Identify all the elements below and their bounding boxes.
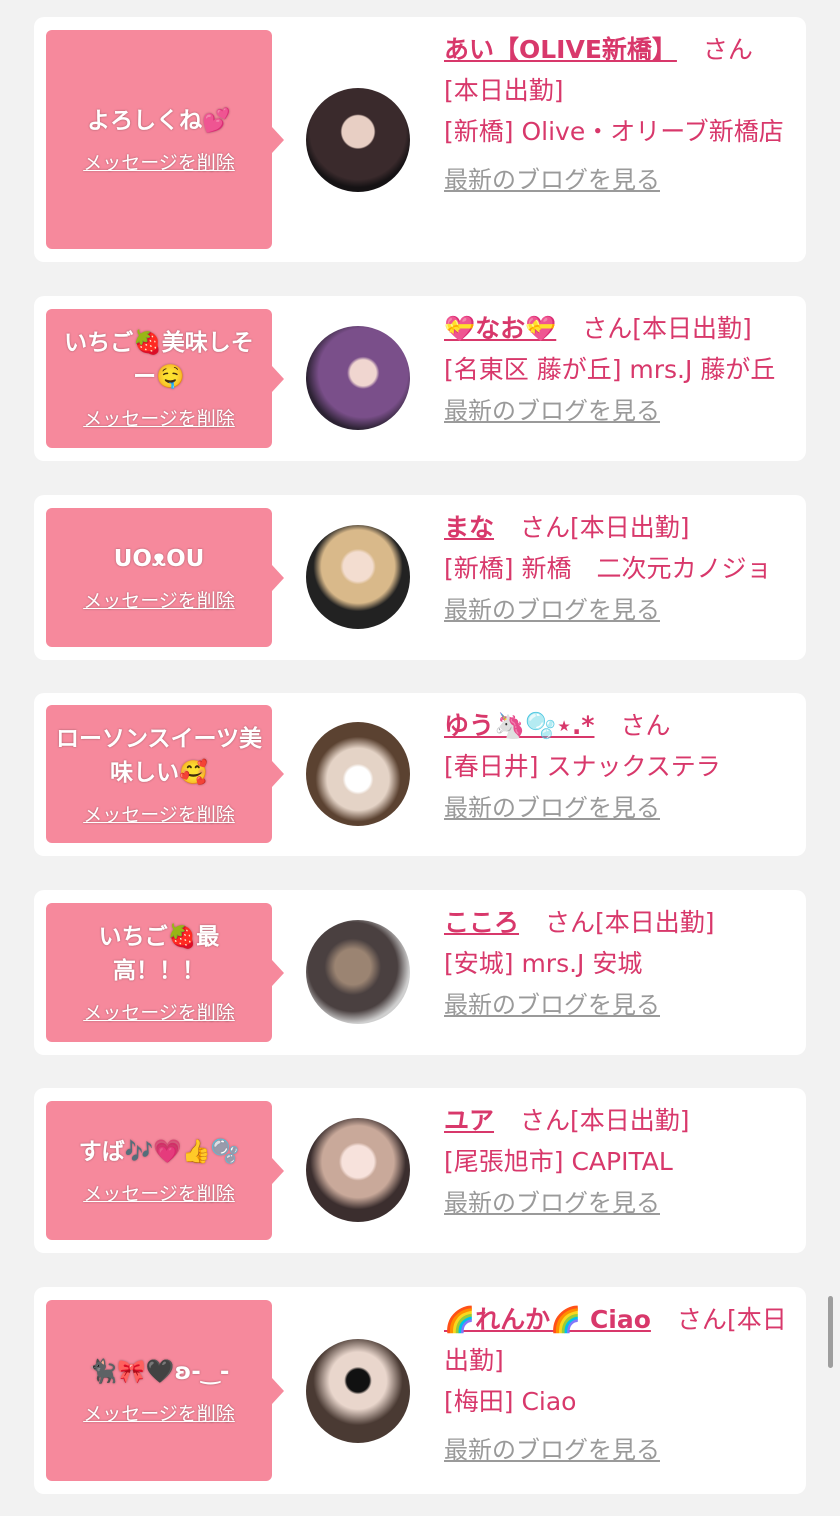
- girl-name-link[interactable]: 🌈れんか🌈 Ciao: [444, 1305, 651, 1334]
- girl-info: 💝なお💝 さん[本日出勤] [名東区 藤が丘] mrs.J 藤が丘 最新のブログを…: [444, 308, 796, 432]
- message-bubble: よろしくね💕 メッセージを削除: [46, 30, 284, 249]
- message-text: いちご🍓最高！！！: [98, 924, 220, 984]
- shop-info: [安城] mrs.J 安城: [444, 949, 643, 978]
- girl-info: まな さん[本日出勤] [新橋] 新橋 二次元カノジョ 最新のブログを見る: [444, 507, 796, 631]
- delete-message-link[interactable]: メッセージを削除: [83, 586, 235, 613]
- girl-card: ローソンスイーツ美味しい🥰 メッセージを削除 ゆう🦄🫧⋆.* さん [春日井] ス…: [34, 693, 806, 856]
- message-text: すば🎶💗👍🫧: [78, 1139, 240, 1165]
- girl-name-link[interactable]: こころ: [444, 908, 519, 937]
- girl-info: ユア さん[本日出勤] [尾張旭市] CAPITAL 最新のブログを見る: [444, 1100, 796, 1224]
- san-suffix: さん: [520, 513, 571, 542]
- avatar[interactable]: [306, 920, 410, 1024]
- shop-info: [春日井] スナックステラ: [444, 752, 721, 781]
- avatar[interactable]: [306, 1118, 410, 1222]
- message-text: いちご🍓美味しそー🤤: [64, 330, 254, 390]
- girl-info: あい【OLIVE新橋】 さん [本日出勤] [新橋] Olive・オリーブ新橋店 …: [444, 29, 796, 201]
- girl-name-link[interactable]: ユア: [444, 1106, 494, 1135]
- delete-message-link[interactable]: メッセージを削除: [83, 1179, 235, 1206]
- san-suffix: さん: [620, 711, 671, 740]
- girl-info: 🌈れんか🌈 Ciao さん[本日出勤] [梅田] Ciao 最新のブログを見る: [444, 1299, 796, 1471]
- girl-name-link[interactable]: ゆう🦄🫧⋆.*: [444, 711, 594, 740]
- delete-message-link[interactable]: メッセージを削除: [83, 1399, 235, 1426]
- scrollbar-thumb[interactable]: [828, 1296, 833, 1368]
- san-suffix: さん: [676, 1305, 727, 1334]
- attendance-status: [本日出勤]: [632, 314, 752, 343]
- delete-message-link[interactable]: メッセージを削除: [83, 800, 235, 827]
- girl-name-link[interactable]: 💝なお💝: [444, 314, 556, 343]
- girl-card: よろしくね💕 メッセージを削除 あい【OLIVE新橋】 さん [本日出勤] [新橋…: [34, 17, 806, 262]
- girl-info: こころ さん[本日出勤] [安城] mrs.J 安城 最新のブログを見る: [444, 902, 796, 1026]
- message-text: UOᴥOU: [113, 546, 205, 572]
- attendance-status: [本日出勤]: [444, 76, 564, 105]
- girl-name-link[interactable]: あい【OLIVE新橋】: [444, 35, 677, 64]
- latest-blog-link[interactable]: 最新のブログを見る: [444, 1183, 660, 1224]
- attendance-status: [本日出勤]: [570, 1106, 690, 1135]
- delete-message-link[interactable]: メッセージを削除: [83, 404, 235, 431]
- attendance-status: [本日出勤]: [595, 908, 715, 937]
- latest-blog-link[interactable]: 最新のブログを見る: [444, 590, 660, 631]
- girl-name-link[interactable]: まな: [444, 513, 494, 542]
- san-suffix: さん: [545, 908, 596, 937]
- message-bubble: すば🎶💗👍🫧 メッセージを削除: [46, 1101, 284, 1240]
- girl-card: 🐈‍⬛🎀🖤ʚ-‿- メッセージを削除 🌈れんか🌈 Ciao さん[本日出勤] [梅…: [34, 1287, 806, 1494]
- san-suffix: さん: [702, 35, 753, 64]
- girl-card: すば🎶💗👍🫧 メッセージを削除 ユア さん[本日出勤] [尾張旭市] CAPITA…: [34, 1088, 806, 1253]
- latest-blog-link[interactable]: 最新のブログを見る: [444, 985, 660, 1026]
- girl-card: UOᴥOU メッセージを削除 まな さん[本日出勤] [新橋] 新橋 二次元カノジ…: [34, 495, 806, 660]
- message-bubble: いちご🍓最高！！！ メッセージを削除: [46, 903, 284, 1042]
- message-bubble: いちご🍓美味しそー🤤 メッセージを削除: [46, 309, 284, 448]
- girl-card: いちご🍓最高！！！ メッセージを削除 こころ さん[本日出勤] [安城] mrs.…: [34, 890, 806, 1055]
- avatar[interactable]: [306, 525, 410, 629]
- attendance-status: [本日出勤]: [570, 513, 690, 542]
- avatar[interactable]: [306, 1339, 410, 1443]
- shop-info: [新橋] 新橋 二次元カノジョ: [444, 554, 772, 583]
- san-suffix: さん: [582, 314, 633, 343]
- shop-info: [名東区 藤が丘] mrs.J 藤が丘: [444, 355, 776, 384]
- message-text: よろしくね💕: [87, 108, 231, 134]
- shop-info: [新橋] Olive・オリーブ新橋店: [444, 117, 784, 146]
- latest-blog-link[interactable]: 最新のブログを見る: [444, 160, 660, 201]
- message-bubble: ローソンスイーツ美味しい🥰 メッセージを削除: [46, 705, 284, 843]
- girl-card: いちご🍓美味しそー🤤 メッセージを削除 💝なお💝 さん[本日出勤] [名東区 藤が…: [34, 296, 806, 461]
- delete-message-link[interactable]: メッセージを削除: [83, 998, 235, 1025]
- avatar[interactable]: [306, 88, 410, 192]
- latest-blog-link[interactable]: 最新のブログを見る: [444, 391, 660, 432]
- message-text: ローソンスイーツ美味しい🥰: [55, 725, 263, 786]
- latest-blog-link[interactable]: 最新のブログを見る: [444, 1430, 660, 1471]
- avatar[interactable]: [306, 326, 410, 430]
- latest-blog-link[interactable]: 最新のブログを見る: [444, 788, 660, 829]
- avatar[interactable]: [306, 722, 410, 826]
- message-bubble: 🐈‍⬛🎀🖤ʚ-‿- メッセージを削除: [46, 1300, 284, 1481]
- san-suffix: さん: [520, 1106, 571, 1135]
- girl-info: ゆう🦄🫧⋆.* さん [春日井] スナックステラ 最新のブログを見る: [444, 705, 796, 829]
- message-text: 🐈‍⬛🎀🖤ʚ-‿-: [88, 1359, 230, 1385]
- message-bubble: UOᴥOU メッセージを削除: [46, 508, 284, 647]
- delete-message-link[interactable]: メッセージを削除: [83, 148, 235, 175]
- shop-info: [尾張旭市] CAPITAL: [444, 1147, 673, 1176]
- shop-info: [梅田] Ciao: [444, 1387, 577, 1416]
